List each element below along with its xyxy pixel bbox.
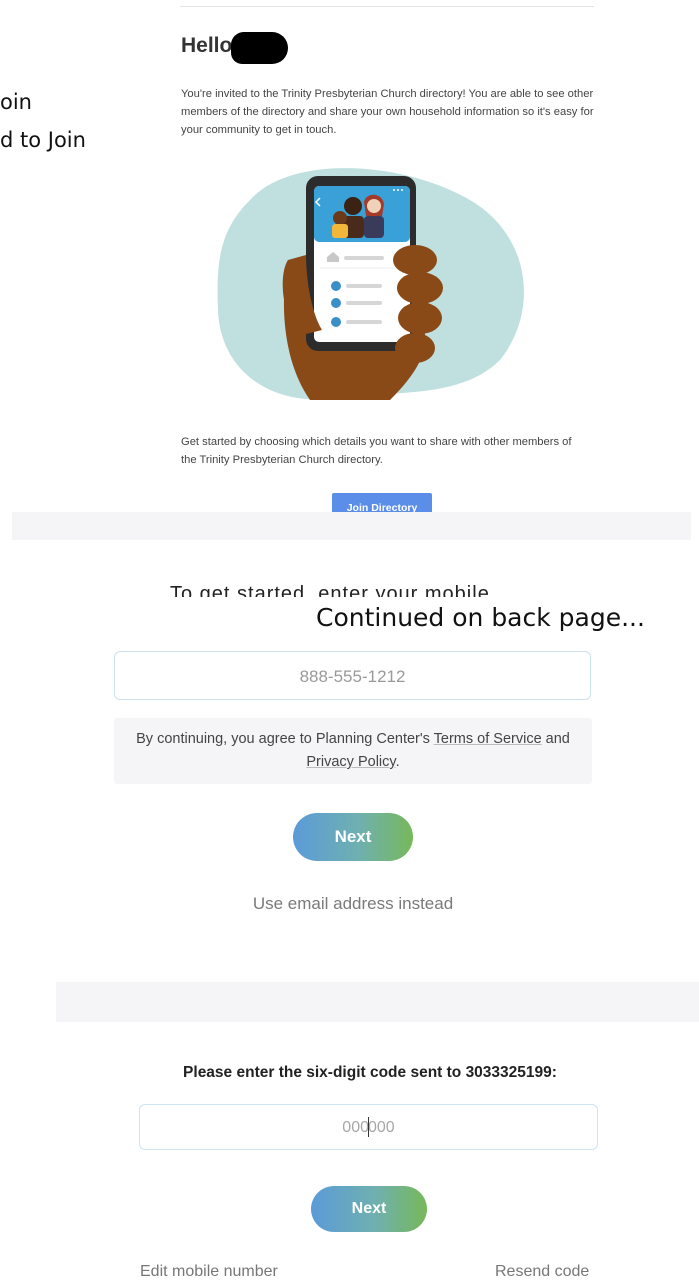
terms-suffix: . — [395, 754, 400, 770]
next-button[interactable]: Next — [293, 813, 413, 861]
more-icon — [393, 189, 403, 191]
terms-and: and — [541, 731, 570, 747]
continued-note: Continued on back page... — [316, 603, 645, 632]
redacted-name — [231, 32, 288, 64]
resend-code-link[interactable]: Resend code — [495, 1263, 589, 1281]
finger — [393, 245, 437, 275]
terms-notice: By continuing, you agree to Planning Cen… — [114, 718, 592, 784]
finger — [395, 333, 435, 363]
cutoff-instruction: To get started, enter your mobile number — [170, 575, 550, 597]
finger — [398, 302, 442, 334]
use-email-link[interactable]: Use email address instead — [0, 894, 699, 914]
family-dad — [344, 197, 362, 215]
edit-mobile-number-link[interactable]: Edit mobile number — [140, 1263, 278, 1281]
section-divider-bar-2 — [56, 982, 699, 1022]
verification-code-input[interactable]: 000000 — [139, 1104, 598, 1150]
cutoff-instruction-text: To get started, enter your mobile number — [170, 583, 490, 597]
join-directory-button[interactable]: Join Directory — [332, 493, 432, 514]
code-typed: 000 — [342, 1119, 369, 1136]
get-started-text: Get started by choosing which details yo… — [181, 436, 572, 466]
family-kid — [333, 211, 347, 225]
privacy-policy-link[interactable]: Privacy Policy — [306, 754, 395, 770]
code-placeholder-rest: 000 — [368, 1119, 395, 1136]
text-caret — [368, 1116, 369, 1137]
terms-of-service-link[interactable]: Terms of Service — [434, 731, 542, 747]
mobile-number-input[interactable]: 888-555-1212 — [114, 651, 591, 700]
section-divider-bar — [12, 512, 691, 540]
left-fragment-1: oin — [0, 90, 32, 114]
verify-next-button[interactable]: Next — [311, 1186, 427, 1232]
terms-prefix: By continuing, you agree to Planning Cen… — [136, 731, 434, 747]
email-greeting: Hello — [181, 34, 233, 57]
email-intro-text: You're invited to the Trinity Presbyteri… — [181, 88, 594, 136]
finger — [397, 272, 443, 304]
code-prompt: Please enter the six-digit code sent to … — [183, 1064, 557, 1081]
phone-illustration — [217, 168, 524, 400]
email-top-divider — [180, 6, 594, 7]
left-fragment-2: d to Join — [0, 128, 86, 152]
